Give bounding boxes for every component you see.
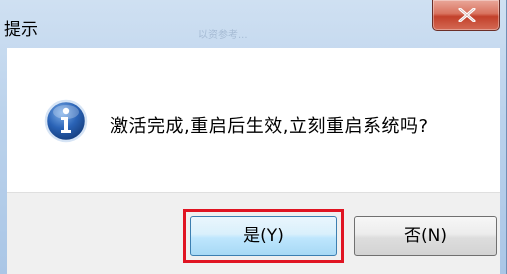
dialog-button-bar: 是(Y) 否(N) — [7, 192, 500, 274]
window-title: 提示 — [4, 20, 38, 40]
close-button[interactable] — [432, 0, 500, 31]
yes-button[interactable]: 是(Y) — [190, 216, 337, 256]
no-button[interactable]: 否(N) — [354, 216, 497, 256]
dialog-content: 激活完成,重启后生效,立刻重启系统吗? — [7, 48, 500, 192]
background-ghost-text: 以资参考... — [198, 30, 248, 41]
dialog-window: 提示 以资参考... 激活完成,重启后生效,立刻重启系统吗? 是(Y) 否(N) — [0, 0, 507, 274]
close-icon — [458, 8, 476, 22]
title-bar[interactable]: 提示 以资参考... — [0, 0, 507, 48]
dialog-message: 激活完成,重启后生效,立刻重启系统吗? — [110, 116, 429, 137]
info-icon — [44, 99, 88, 143]
